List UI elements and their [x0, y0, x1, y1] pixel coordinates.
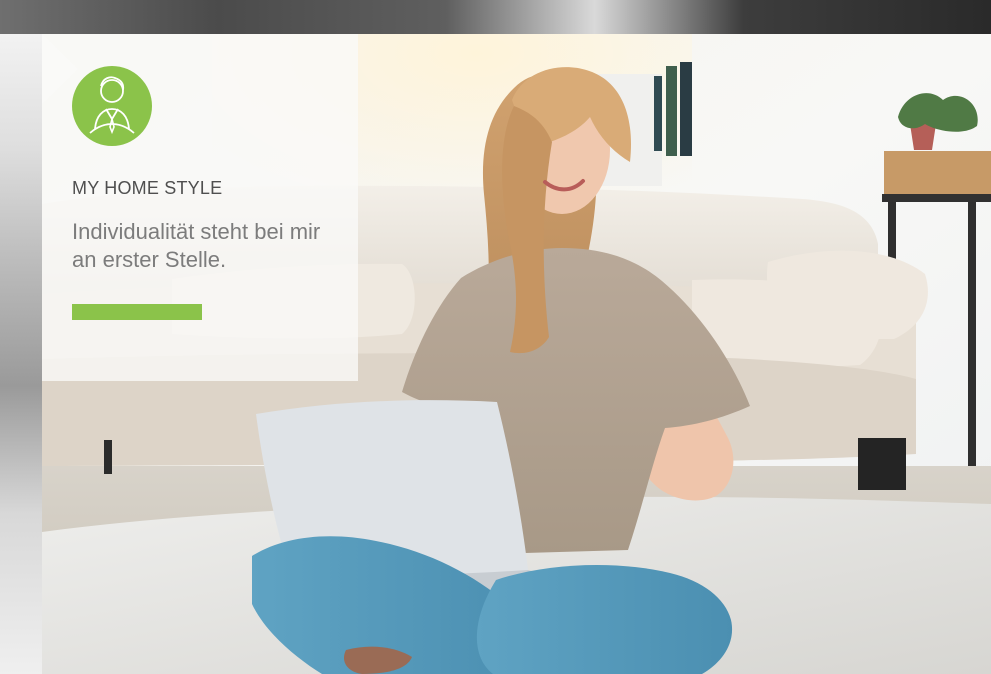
sofa-arm-right — [766, 250, 928, 339]
hero-banner: MY HOME STYLE Individualität steht bei m… — [42, 34, 991, 674]
book-1 — [654, 76, 662, 151]
card-pointer — [42, 34, 78, 104]
avatar — [72, 66, 152, 146]
side-table-top — [884, 151, 991, 196]
sofa-leg-right — [858, 438, 906, 490]
card-eyebrow: MY HOME STYLE — [72, 178, 223, 198]
card-tagline: Individualität steht bei mir an erster S… — [72, 219, 321, 272]
plant-leaves — [898, 93, 978, 132]
feature-card: MY HOME STYLE Individualität steht bei m… — [42, 34, 358, 381]
accent-bar — [72, 304, 202, 320]
book-3 — [680, 62, 692, 156]
woman-leg-right — [476, 564, 733, 674]
side-table-leg-right — [968, 202, 976, 484]
sofa-leg-left — [104, 440, 112, 474]
side-table-frame — [882, 194, 991, 202]
top-image-strip — [0, 0, 991, 34]
book-2 — [666, 66, 677, 156]
left-image-strip — [0, 34, 42, 674]
person-avatar-icon — [89, 76, 135, 135]
